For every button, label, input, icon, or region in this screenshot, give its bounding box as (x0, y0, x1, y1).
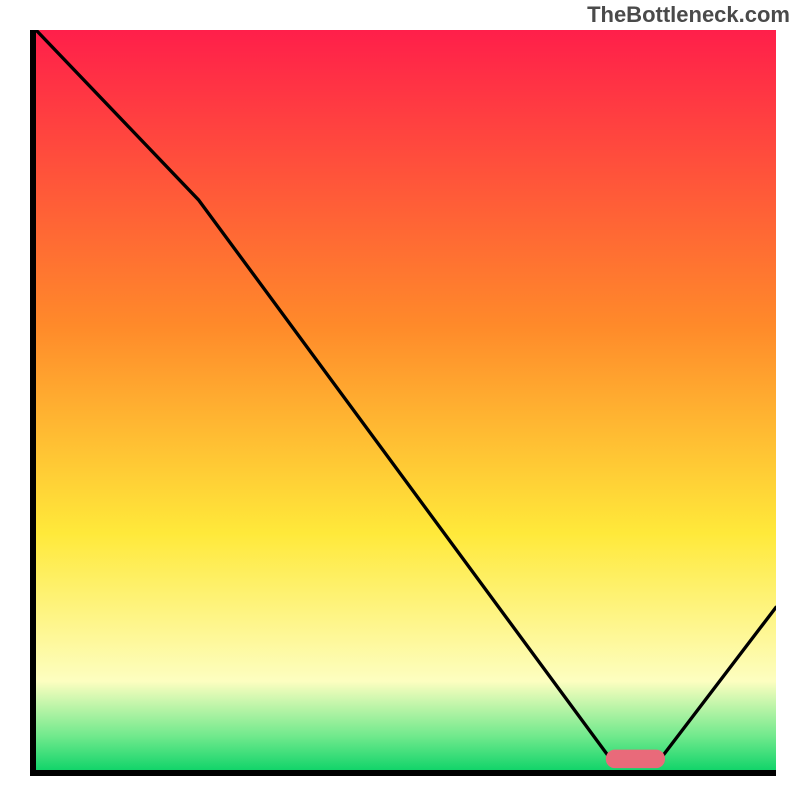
chart-plot-area (30, 30, 776, 776)
gradient-background (36, 30, 776, 770)
chart-svg (36, 30, 776, 770)
optimal-range-marker (606, 750, 665, 769)
watermark-text: TheBottleneck.com (587, 2, 790, 28)
